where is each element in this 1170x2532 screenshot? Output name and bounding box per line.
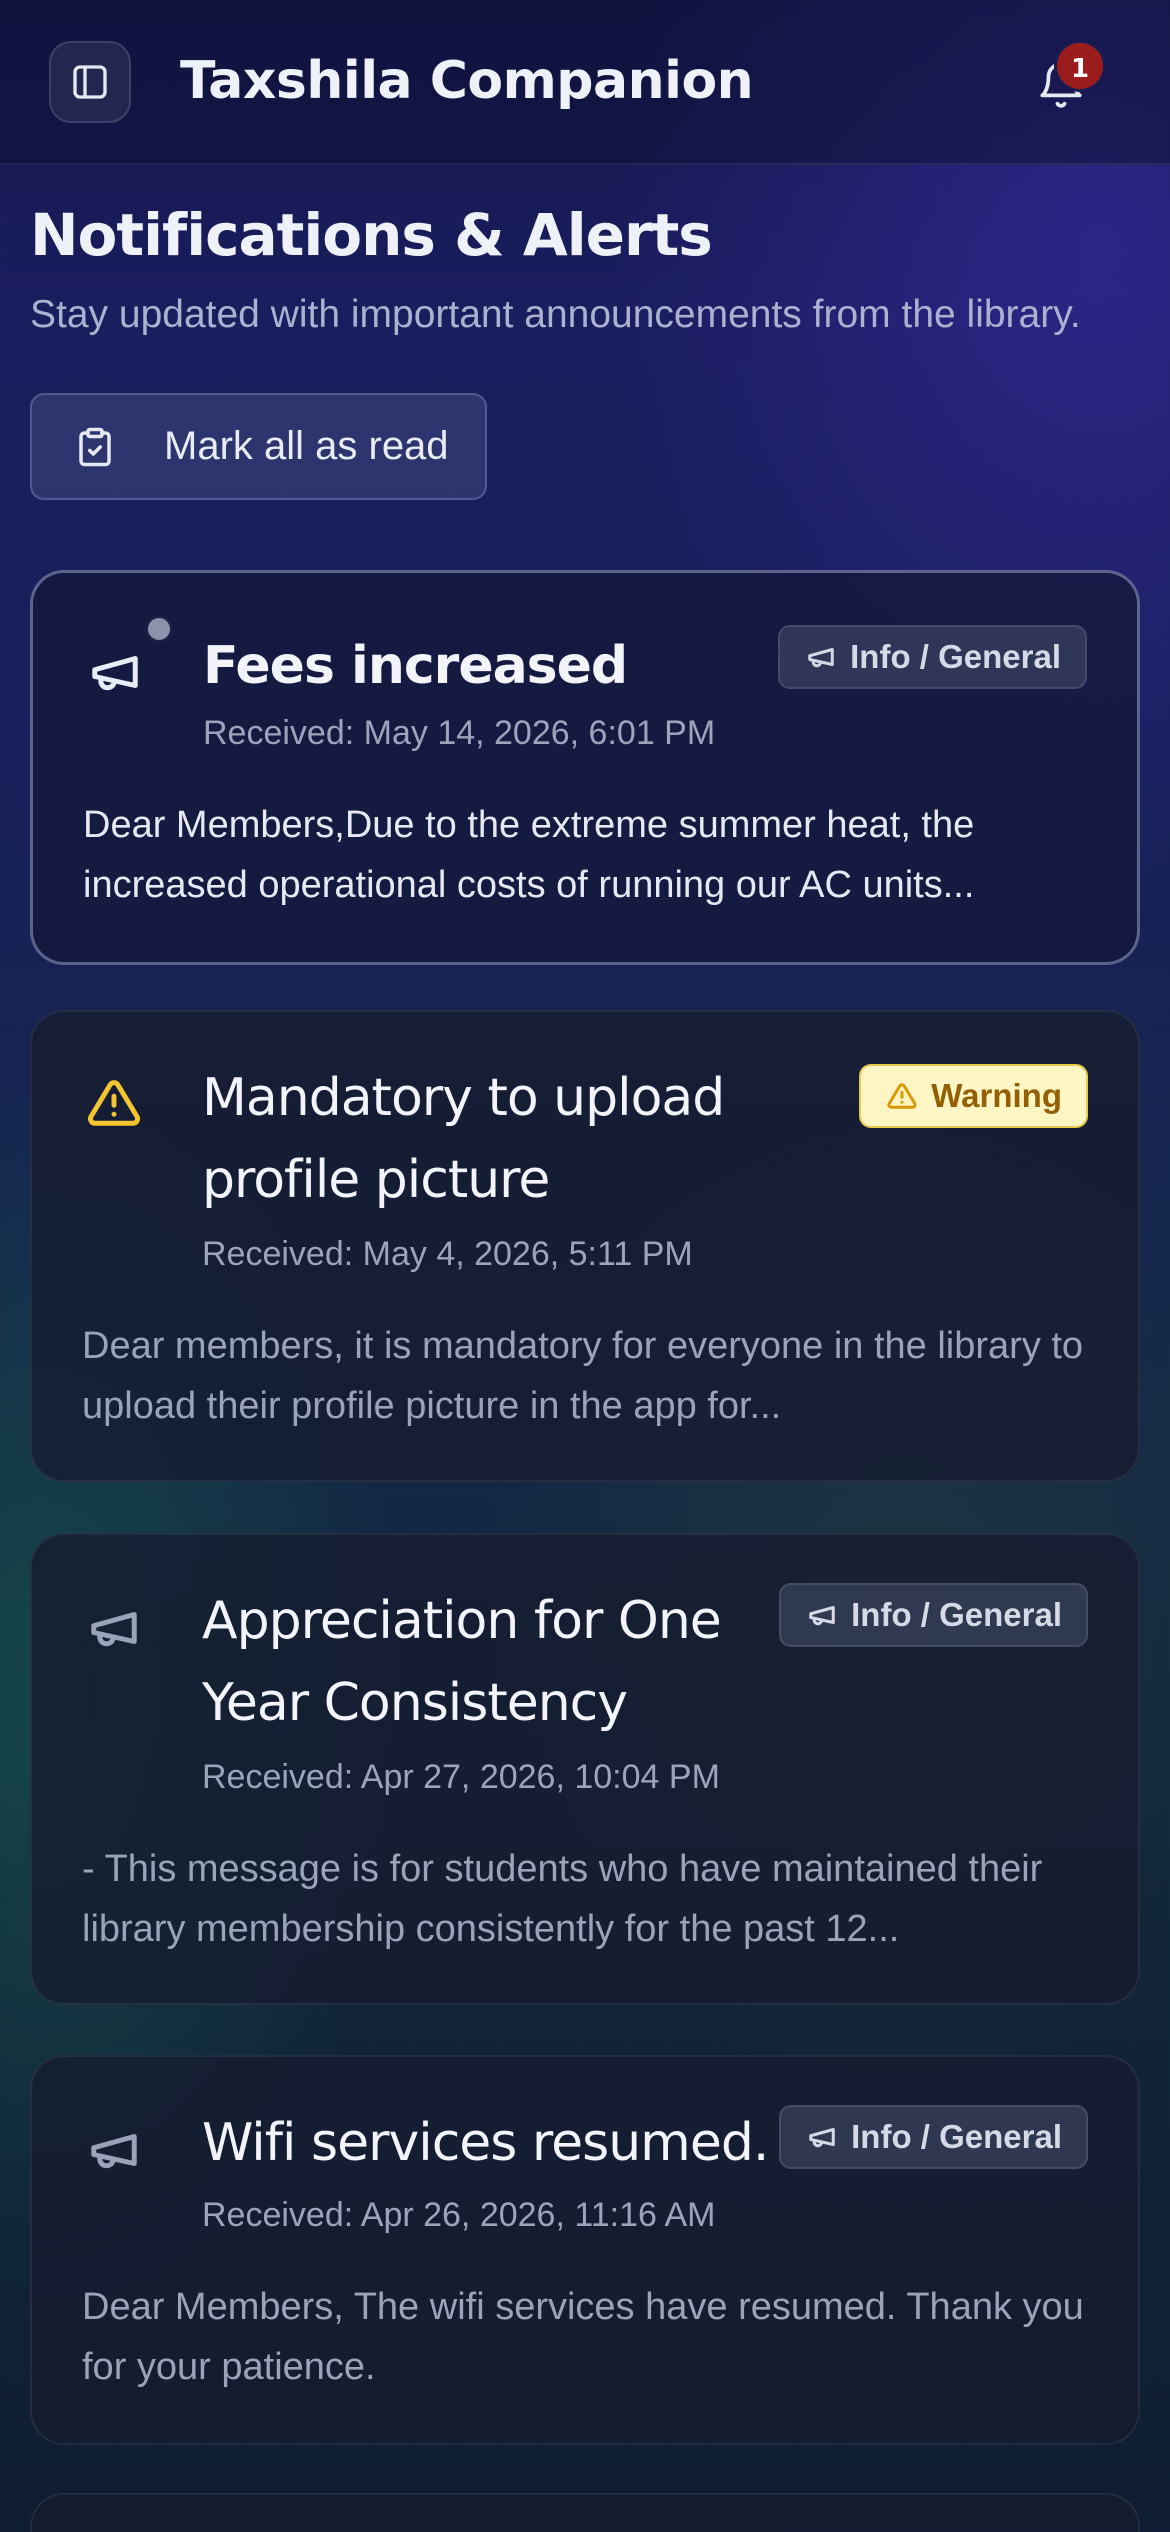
megaphone-icon — [809, 2128, 835, 2148]
notification-date: Received: Apr 26, 2026, 11:16 AM — [202, 2196, 716, 2234]
notification-date: Received: Apr 27, 2026, 10:04 PM — [202, 1758, 720, 1796]
notification-date: Received: May 14, 2026, 6:01 PM — [203, 714, 716, 752]
notification-card[interactable]: Fees increased Received: May 14, 2026, 6… — [30, 570, 1140, 965]
sidebar-toggle-icon — [73, 65, 107, 99]
category-badge: Info / General — [779, 1583, 1088, 1647]
app-title: Taxshila Companion — [180, 51, 754, 111]
notification-body: Dear members, it is mandatory for everyo… — [82, 1325, 1084, 1427]
mark-all-read-button[interactable]: Mark all as read — [30, 393, 487, 500]
mark-all-read-label: Mark all as read — [164, 424, 449, 468]
category-badge: Info / General — [779, 2105, 1088, 2169]
notification-card[interactable]: Appreciation for One Year Consistency Re… — [30, 1533, 1140, 2005]
category-badge: Warning — [859, 1064, 1088, 1128]
clipboard-check-icon — [79, 427, 111, 466]
notification-date: Received: May 4, 2026, 5:11 PM — [202, 1235, 693, 1273]
notification-card[interactable]: Wifi services resumed. Received: Apr 26,… — [30, 2055, 1140, 2445]
warning-triangle-icon — [887, 1083, 917, 1109]
category-badge-label: Info / General — [850, 638, 1061, 675]
notification-title: Fees increased — [203, 636, 628, 696]
megaphone-icon — [809, 1606, 835, 1626]
megaphone-icon — [91, 1612, 137, 1647]
notification-card[interactable]: Mandatory to upload profile picture Rece… — [30, 1010, 1140, 1482]
page-subtitle: Stay updated with important announcement… — [30, 293, 1081, 336]
category-badge: Info / General — [778, 625, 1087, 689]
category-badge-label: Info / General — [851, 1596, 1062, 1633]
notification-title: Mandatory to upload profile picture — [202, 1068, 725, 1210]
notification-body: Dear Members, The wifi services have res… — [82, 2286, 1084, 2388]
megaphone-icon — [808, 648, 834, 668]
notification-body: - This message is for students who have … — [82, 1848, 1043, 1950]
notification-body: Dear Members,Due to the extreme summer h… — [83, 804, 975, 906]
notification-count-badge: 1 — [1054, 40, 1106, 92]
sidebar-toggle-button[interactable] — [49, 41, 131, 123]
notification-card[interactable] — [30, 2493, 1140, 2532]
notification-title: Appreciation for One Year Consistency — [202, 1591, 722, 1733]
category-badge-label: Warning — [931, 1077, 1062, 1114]
notification-title: Wifi services resumed. — [202, 2113, 769, 2173]
unread-indicator — [145, 615, 173, 643]
megaphone-icon — [92, 656, 138, 691]
warning-triangle-icon — [88, 1080, 140, 1126]
page-title: Notifications & Alerts — [30, 201, 713, 269]
top-app-bar: Taxshila Companion 1 — [0, 0, 1170, 165]
megaphone-icon — [91, 2134, 137, 2169]
category-badge-label: Info / General — [851, 2118, 1062, 2155]
